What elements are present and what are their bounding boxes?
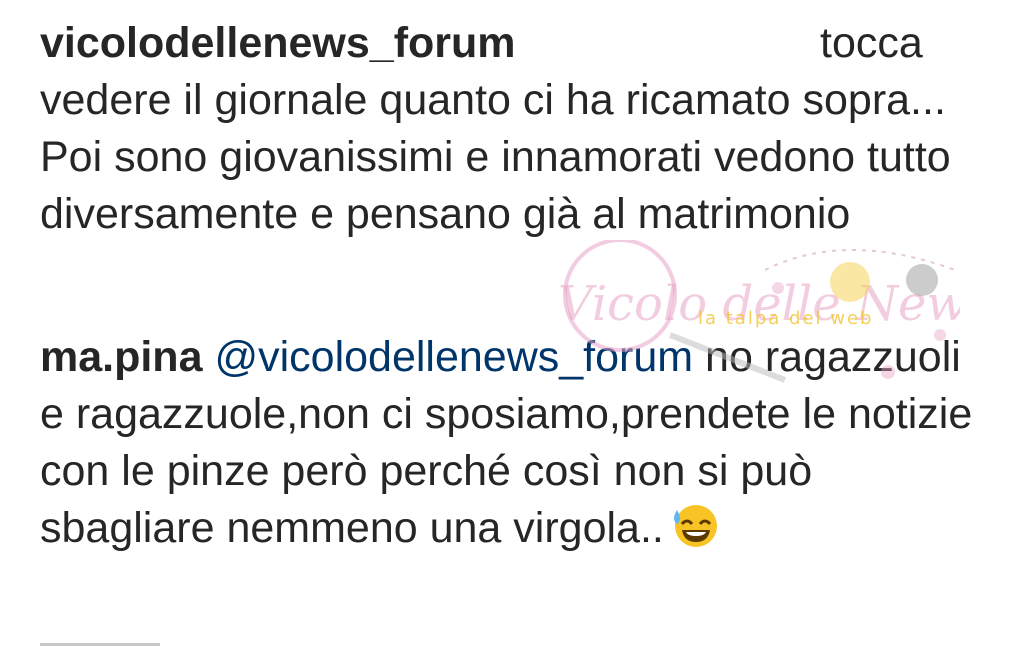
comment-mention-link[interactable]: @vicolodellenews_forum [214, 333, 693, 381]
watermark-brand: Vicolo delle News [558, 276, 960, 332]
comment-lead-text: tocca [820, 19, 923, 67]
truncated-text-line [40, 636, 170, 646]
comment-text: vedere il giornale quanto ci ha ricamato… [40, 76, 951, 238]
watermark-tagline: la talpa del web [698, 308, 873, 329]
comment-ma-pina: ma.pina @vicolodellenews_forum no ragazz… [40, 329, 990, 557]
comment-username[interactable]: ma.pina [40, 333, 203, 381]
sweat-smile-emoji-icon [673, 505, 717, 547]
comment-vicolodellenews: vicolodellenews_forum tocca vedere il gi… [40, 15, 990, 243]
comment-username[interactable]: vicolodellenews_forum [40, 19, 516, 67]
